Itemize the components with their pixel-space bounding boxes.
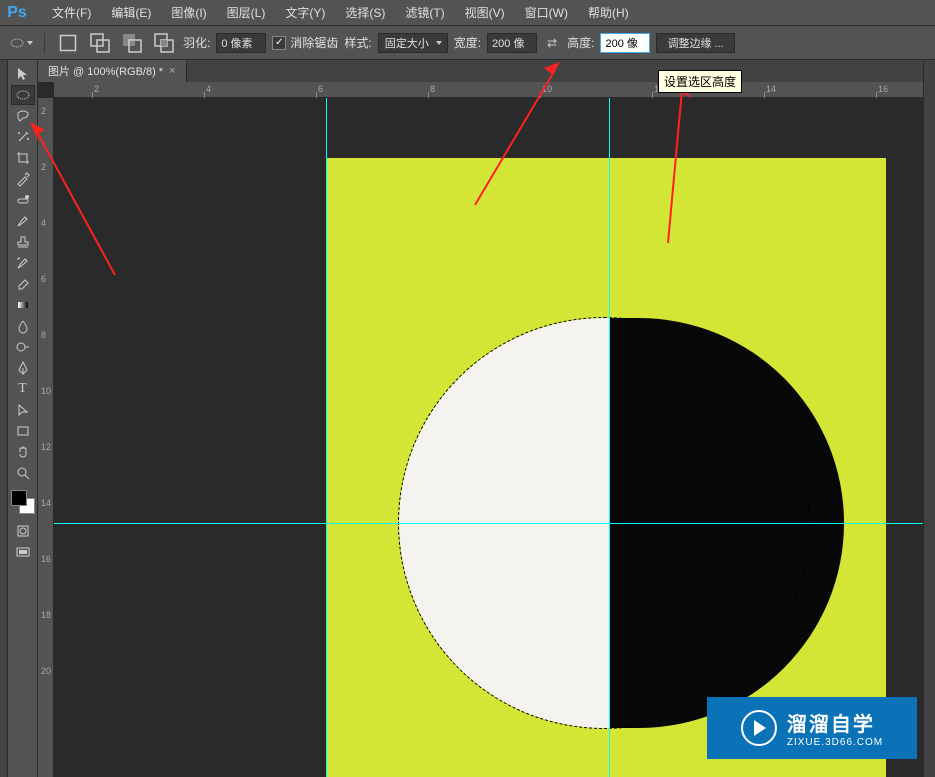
menu-view[interactable]: 视图(V) bbox=[455, 4, 515, 21]
swap-wh-icon[interactable]: ⇄ bbox=[543, 36, 561, 50]
feather-label: 羽化: bbox=[183, 34, 210, 51]
refine-edge-button[interactable]: 调整边缘 ... bbox=[656, 33, 734, 53]
guide-horizontal[interactable] bbox=[54, 523, 935, 524]
hand-tool-icon[interactable] bbox=[11, 442, 35, 462]
annotation-arrow-2 bbox=[460, 60, 570, 210]
annotation-arrow-1 bbox=[25, 120, 125, 280]
check-icon: ✓ bbox=[272, 36, 286, 50]
tool-preset-icon[interactable] bbox=[8, 32, 34, 54]
type-tool-icon[interactable]: T bbox=[11, 379, 35, 399]
screenmode-tool-icon[interactable] bbox=[11, 542, 35, 562]
menu-image[interactable]: 图像(I) bbox=[161, 4, 216, 21]
selection-intersect-icon[interactable] bbox=[151, 32, 177, 54]
ellipse-marquee-tool-icon[interactable] bbox=[11, 85, 35, 105]
selection-subtract-icon[interactable] bbox=[119, 32, 145, 54]
gradient-tool-icon[interactable] bbox=[11, 295, 35, 315]
pen-tool-icon[interactable] bbox=[11, 358, 35, 378]
shape-tool-icon[interactable] bbox=[11, 421, 35, 441]
panel-strip[interactable] bbox=[923, 60, 935, 777]
play-icon bbox=[741, 710, 777, 746]
quickmask-tool-icon[interactable] bbox=[11, 521, 35, 541]
selection-new-icon[interactable] bbox=[55, 32, 81, 54]
menu-filter[interactable]: 滤镜(T) bbox=[395, 4, 454, 21]
antialias-check[interactable]: ✓ 消除锯齿 bbox=[272, 34, 338, 51]
watermark-title: 溜溜自学 bbox=[787, 708, 883, 737]
ps-logo: Ps bbox=[4, 2, 30, 24]
guide-vertical-2[interactable] bbox=[326, 98, 327, 777]
antialias-label: 消除锯齿 bbox=[290, 34, 338, 51]
foreground-color-icon bbox=[11, 490, 27, 506]
height-label: 高度: bbox=[567, 34, 594, 51]
menu-layer[interactable]: 图层(L) bbox=[217, 4, 276, 21]
color-swatch[interactable] bbox=[11, 490, 35, 514]
menu-file[interactable]: 文件(F) bbox=[42, 4, 101, 21]
height-input[interactable] bbox=[600, 33, 650, 53]
selection-add-icon[interactable] bbox=[87, 32, 113, 54]
style-label: 样式: bbox=[344, 34, 371, 51]
document-tab[interactable]: 图片 @ 100%(RGB/8) * × bbox=[38, 60, 187, 82]
menu-type[interactable]: 文字(Y) bbox=[275, 4, 335, 21]
width-input[interactable] bbox=[487, 33, 537, 53]
menubar: Ps 文件(F) 编辑(E) 图像(I) 图层(L) 文字(Y) 选择(S) 滤… bbox=[0, 0, 935, 26]
dodge-tool-icon[interactable] bbox=[11, 337, 35, 357]
menu-select[interactable]: 选择(S) bbox=[335, 4, 395, 21]
close-icon[interactable]: × bbox=[169, 65, 175, 77]
style-dropdown[interactable]: 固定大小 bbox=[378, 33, 448, 53]
blur-tool-icon[interactable] bbox=[11, 316, 35, 336]
guide-vertical[interactable] bbox=[609, 98, 610, 777]
menu-edit[interactable]: 编辑(E) bbox=[101, 4, 161, 21]
feather-input[interactable] bbox=[216, 33, 266, 53]
tooltip: 设置选区高度 bbox=[658, 70, 742, 93]
tool-column-strip bbox=[0, 60, 8, 777]
path-selection-tool-icon[interactable] bbox=[11, 400, 35, 420]
watermark: 溜溜自学 ZIXUE.3D66.COM bbox=[707, 697, 917, 759]
width-label: 宽度: bbox=[454, 34, 481, 51]
menu-window[interactable]: 窗口(W) bbox=[515, 4, 578, 21]
tab-title: 图片 @ 100%(RGB/8) * bbox=[48, 63, 163, 79]
annotation-arrow-3 bbox=[650, 78, 700, 248]
menu-help[interactable]: 帮助(H) bbox=[578, 4, 639, 21]
watermark-url: ZIXUE.3D66.COM bbox=[787, 737, 883, 748]
options-bar: 羽化: ✓ 消除锯齿 样式: 固定大小 宽度: ⇄ 高度: 调整边缘 ... bbox=[0, 26, 935, 60]
move-tool-icon[interactable] bbox=[11, 64, 35, 84]
zoom-tool-icon[interactable] bbox=[11, 463, 35, 483]
